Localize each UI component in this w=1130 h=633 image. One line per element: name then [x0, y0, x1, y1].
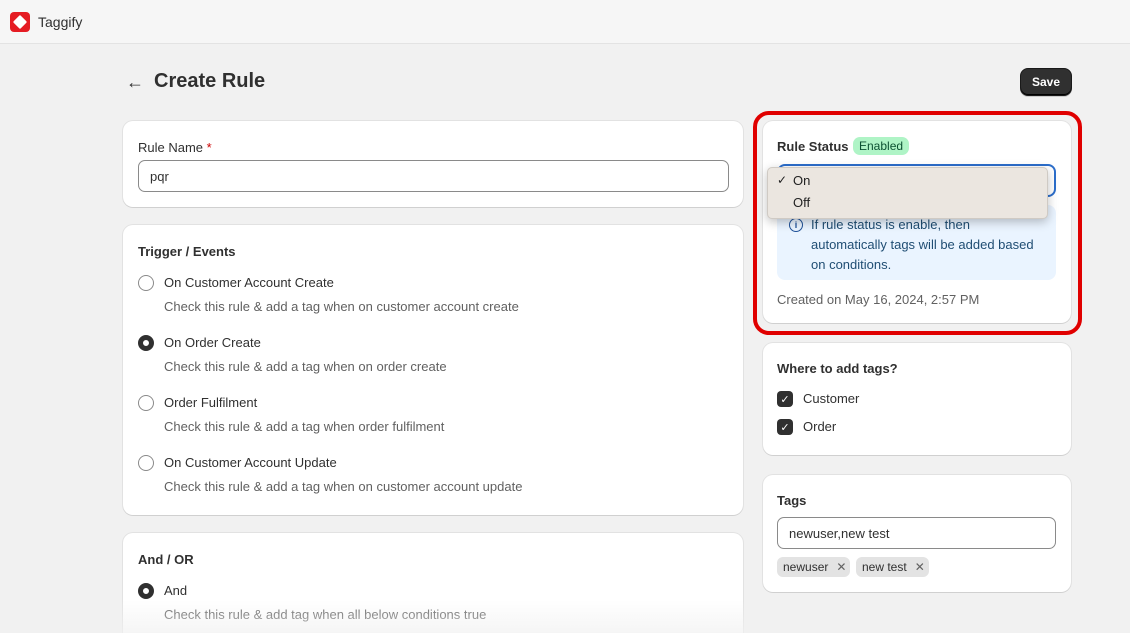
tag-chip: newuser ✕ [777, 557, 851, 577]
remove-tag-icon[interactable]: ✕ [915, 560, 925, 574]
tag-chip-label: new test [862, 560, 907, 574]
tags-heading: Tags [777, 493, 807, 508]
checkbox[interactable]: ✓ [777, 419, 793, 435]
status-dropdown-menu: ✓ On Off [767, 167, 1048, 219]
radio-button[interactable] [138, 455, 154, 471]
radio-label: On Customer Account Update [164, 455, 337, 470]
radio-button[interactable] [138, 583, 154, 599]
save-button[interactable]: Save [1020, 68, 1072, 96]
and-or-card: And / OR And Check this rule & add tag w… [123, 533, 743, 633]
tag-chip-label: newuser [783, 560, 829, 574]
radio-help-text: Check this rule & add tag when all below… [164, 607, 487, 622]
dropdown-option-off[interactable]: Off [768, 193, 1047, 213]
remove-tag-icon[interactable]: ✕ [836, 560, 846, 574]
radio-help-text: Check this rule & add a tag when order f… [164, 419, 445, 434]
radio-button[interactable] [138, 395, 154, 411]
checkbox-label: Customer [803, 391, 860, 406]
rule-name-card: Rule Name * pqr [123, 121, 743, 207]
dropdown-option-on[interactable]: ✓ On [768, 171, 1047, 191]
info-icon: i [789, 218, 803, 232]
radio-help-text: Check this rule & add a tag when on orde… [164, 359, 447, 374]
tag-chip: new test ✕ [856, 557, 929, 577]
and-or-heading: And / OR [138, 552, 194, 567]
page-title: Create Rule [154, 70, 266, 92]
checkbox-label: Order [803, 419, 837, 434]
radio-label: On Order Create [164, 335, 261, 350]
rule-name-input[interactable]: pqr [138, 160, 729, 192]
status-badge: Enabled [853, 137, 910, 155]
rule-name-label: Rule Name * [138, 140, 212, 155]
back-arrow-icon[interactable]: ← [126, 72, 144, 93]
radio-label: And [164, 583, 188, 598]
checkmark-icon: ✓ [777, 173, 788, 187]
radio-help-text: Check this rule & add a tag when on cust… [164, 299, 519, 314]
top-bar: Taggify [0, 0, 1130, 44]
dropdown-option-label: On [793, 173, 811, 188]
created-timestamp: Created on May 16, 2024, 2:57 PM [777, 292, 980, 307]
rule-status-heading: Rule Status [777, 139, 849, 154]
dropdown-option-label: Off [793, 195, 811, 210]
trigger-events-heading: Trigger / Events [138, 244, 236, 259]
checkbox[interactable]: ✓ [777, 391, 793, 407]
rule-status-card: Rule Status Enabled i If rule status is … [763, 121, 1071, 323]
where-to-add-tags-heading: Where to add tags? [777, 361, 898, 376]
trigger-events-card: Trigger / Events On Customer Account Cre… [123, 225, 743, 515]
where-to-add-tags-card: Where to add tags? ✓ Customer ✓ Order [763, 343, 1071, 455]
app-name: Taggify [38, 13, 83, 30]
tags-input[interactable]: newuser,new test [777, 517, 1056, 549]
radio-label: On Customer Account Create [164, 275, 334, 290]
info-text: If rule status is enable, then automatic… [811, 217, 1034, 272]
tags-card: Tags newuser,new test newuser ✕ new test… [763, 475, 1071, 592]
required-marker: * [206, 140, 212, 155]
radio-button[interactable] [138, 335, 154, 351]
radio-help-text: Check this rule & add a tag when on cust… [164, 479, 523, 494]
taggify-logo-icon [10, 11, 30, 32]
radio-label: Order Fulfilment [164, 395, 258, 410]
radio-button[interactable] [138, 275, 154, 291]
